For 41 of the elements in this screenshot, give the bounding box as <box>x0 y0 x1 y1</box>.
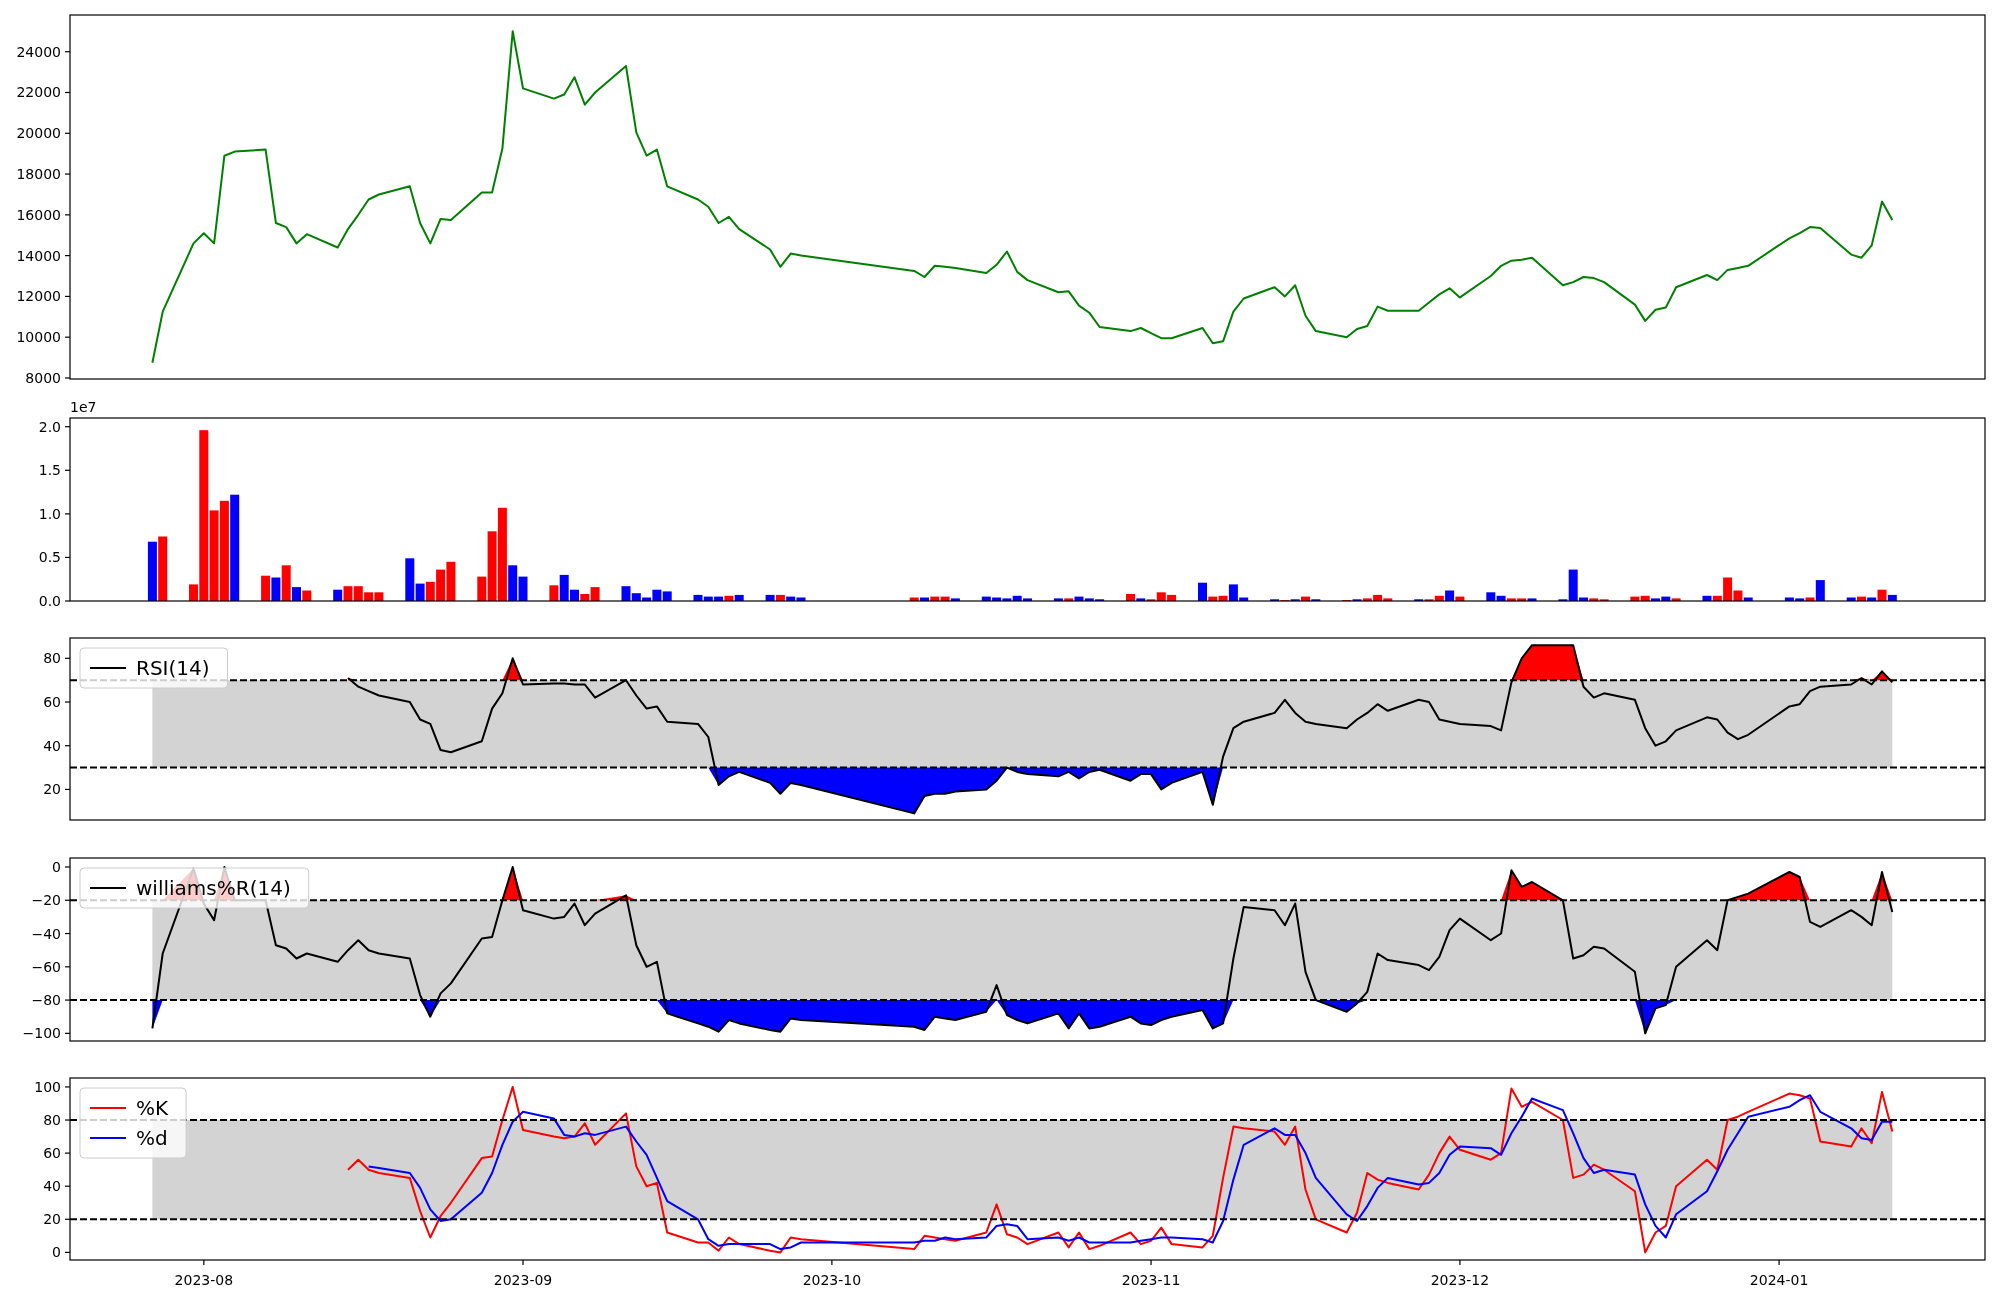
tick-label: 2.0 <box>38 418 61 435</box>
tick-label: 2023-08 <box>174 1272 234 1288</box>
legend-label: %K <box>136 1096 169 1120</box>
tick-label: 20 <box>43 781 61 798</box>
tick-label: 40 <box>43 737 61 754</box>
tick-label: −100 <box>22 1025 61 1042</box>
legend-label: RSI(14) <box>136 656 210 680</box>
tick-label: −40 <box>31 925 61 942</box>
tick-label: −60 <box>31 958 61 975</box>
tick-label: 2023-12 <box>1430 1272 1490 1288</box>
tick-label: 0 <box>52 859 61 875</box>
tick-label: 18000 <box>16 166 61 183</box>
tick-label: 60 <box>43 1145 61 1162</box>
tick-label: 0.5 <box>38 549 61 566</box>
tick-label: 2024-01 <box>1749 1272 1809 1288</box>
tick-label: 2023-09 <box>493 1272 553 1288</box>
tick-label: 20000 <box>16 125 61 142</box>
legend-label: williams%R(14) <box>136 876 291 900</box>
tick-label: 12000 <box>16 288 61 305</box>
tick-label: 24000 <box>16 43 61 60</box>
tick-label: −80 <box>31 992 61 1009</box>
tick-label: 20 <box>43 1211 61 1228</box>
legend-label: %d <box>136 1126 168 1150</box>
tick-label: 1.5 <box>38 462 61 479</box>
tick-label: 80 <box>43 650 61 667</box>
axis-offset-label: 1e7 <box>70 400 97 415</box>
tick-label: 0 <box>52 1244 61 1261</box>
tick-label: −20 <box>31 892 61 909</box>
tick-label: 40 <box>43 1178 61 1195</box>
tick-label: 1.0 <box>38 505 61 522</box>
tick-label: 22000 <box>16 84 61 101</box>
tick-label: 60 <box>43 694 61 710</box>
tick-label: 16000 <box>16 206 61 223</box>
tick-label: 14000 <box>16 247 61 264</box>
tick-label: 100 <box>34 1078 61 1095</box>
tick-label: 8000 <box>25 370 61 386</box>
tick-label: 80 <box>43 1112 61 1129</box>
tick-label: 10000 <box>16 329 61 346</box>
tick-label: 2023-11 <box>1121 1272 1181 1288</box>
tick-label: 2023-10 <box>802 1272 862 1288</box>
tick-label: 0.0 <box>38 593 61 609</box>
